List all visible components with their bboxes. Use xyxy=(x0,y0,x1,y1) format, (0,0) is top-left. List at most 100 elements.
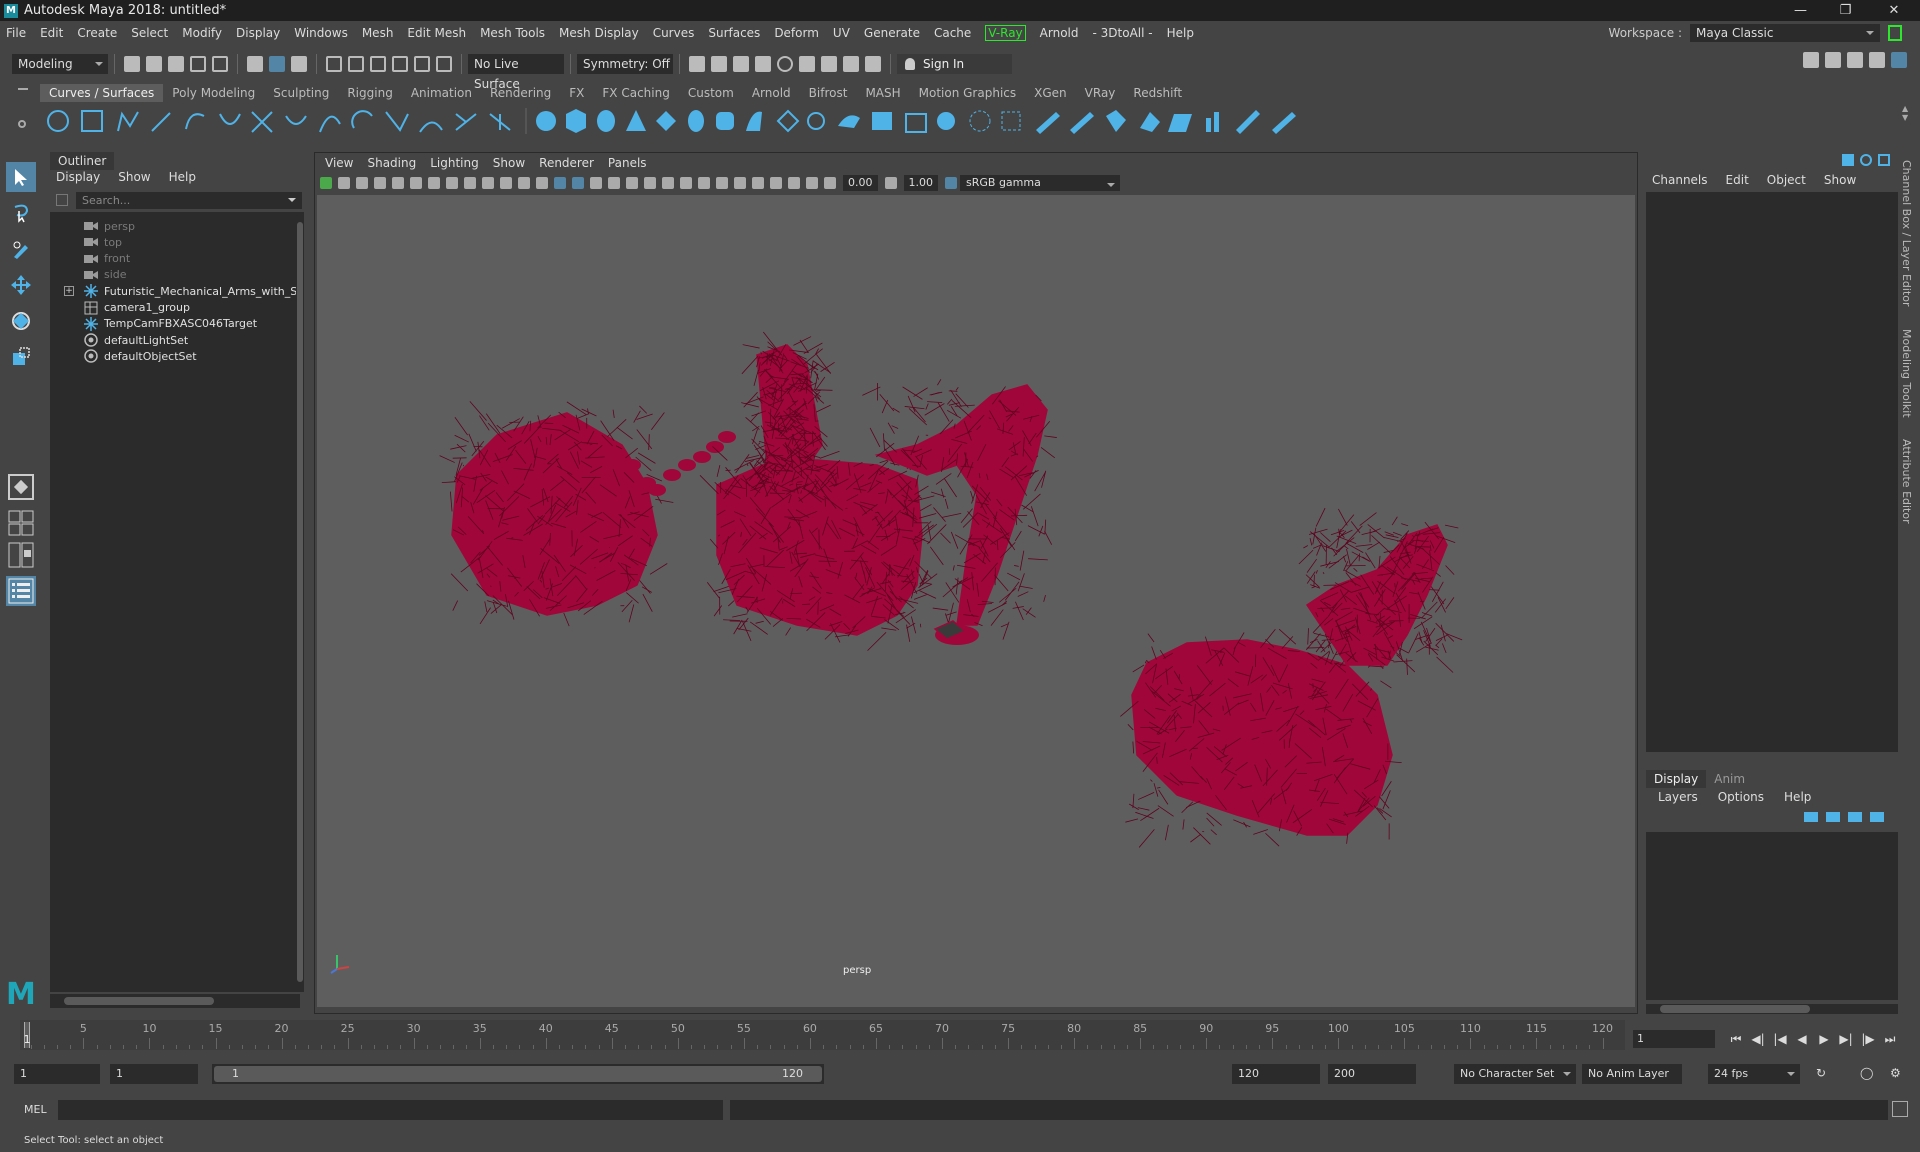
shelf-tab-xgen[interactable]: XGen xyxy=(1025,84,1076,102)
outliner-tab[interactable]: Outliner xyxy=(50,152,115,170)
render-current-icon[interactable] xyxy=(711,56,727,72)
menu-select[interactable]: Select xyxy=(131,26,168,40)
outliner-menu-display[interactable]: Display xyxy=(56,170,100,184)
shelf-tab-fx-caching[interactable]: FX Caching xyxy=(593,84,678,102)
outliner-search-input[interactable]: Search... xyxy=(76,192,302,209)
outliner-layout-icon[interactable] xyxy=(6,576,36,606)
vray-fb-icon[interactable] xyxy=(843,56,859,72)
smooth-shade-icon[interactable] xyxy=(572,177,584,189)
menu-cache[interactable]: Cache xyxy=(934,26,971,40)
shelf-tab-arnold[interactable]: Arnold xyxy=(743,84,800,102)
go-to-end-icon[interactable]: ⏭ xyxy=(1879,1029,1901,1049)
select-object-icon[interactable] xyxy=(269,56,285,72)
viewport-canvas[interactable]: persp xyxy=(317,195,1635,1007)
ipr-render-icon[interactable] xyxy=(733,56,749,72)
default-material-icon[interactable] xyxy=(590,177,602,189)
character-control-icon[interactable] xyxy=(1825,52,1841,68)
menu-uv[interactable]: UV xyxy=(833,26,850,40)
channelbox-menu-channels[interactable]: Channels xyxy=(1652,173,1708,187)
move-layer-down-icon[interactable] xyxy=(1826,812,1840,822)
shelf-scroll-icon[interactable]: ▲ ▼ xyxy=(1902,104,1910,134)
wire-object-left-cage[interactable] xyxy=(439,401,674,627)
snap-surface-icon[interactable] xyxy=(414,56,430,72)
shelf-tab-bifrost[interactable]: Bifrost xyxy=(800,84,857,102)
anim-prefs-icon[interactable]: ⚙ xyxy=(1890,1066,1901,1080)
multisample-aa-icon[interactable] xyxy=(716,177,728,189)
menu-3dtoall[interactable]: - 3DtoAll - xyxy=(1093,26,1153,40)
redo-icon[interactable] xyxy=(212,56,228,72)
shelf-tab-animation[interactable]: Animation xyxy=(402,84,481,102)
channelbox-menu-edit[interactable]: Edit xyxy=(1726,173,1749,187)
shelf-menu-icon[interactable] xyxy=(18,88,28,90)
shelf-tab-custom[interactable]: Custom xyxy=(679,84,743,102)
persp-outliner-layout-icon[interactable] xyxy=(6,540,36,570)
menu-create[interactable]: Create xyxy=(77,26,117,40)
hypershade-icon[interactable] xyxy=(777,56,793,72)
shelf-tab-rendering[interactable]: Rendering xyxy=(481,84,560,102)
symmetry-dropdown[interactable]: Symmetry: Off xyxy=(577,54,673,74)
select-component-icon[interactable] xyxy=(291,56,307,72)
shelf-tab-rigging[interactable]: Rigging xyxy=(338,84,401,102)
view-transform-dropdown[interactable]: sRGB gamma xyxy=(960,175,1120,191)
snap-point-icon[interactable] xyxy=(370,56,386,72)
safe-title-icon[interactable] xyxy=(536,177,548,189)
channelbox-area[interactable] xyxy=(1646,192,1898,752)
anim-layer-dropdown[interactable]: No Anim Layer xyxy=(1582,1064,1682,1084)
layer-menu-help[interactable]: Help xyxy=(1784,790,1811,804)
step-forward-frame-icon[interactable]: |▶ xyxy=(1857,1029,1879,1049)
step-back-key-icon[interactable]: |◀ xyxy=(1769,1029,1791,1049)
move-tool-icon[interactable] xyxy=(6,270,36,300)
command-input[interactable] xyxy=(58,1100,723,1120)
minimize-button[interactable]: — xyxy=(1778,0,1823,21)
vray-render-icon[interactable] xyxy=(799,56,815,72)
filter-icon[interactable] xyxy=(56,194,68,206)
step-forward-key-icon[interactable]: ▶| xyxy=(1835,1029,1857,1049)
scene-start-field[interactable]: 1 xyxy=(14,1064,100,1084)
script-language-label[interactable]: MEL xyxy=(24,1103,47,1116)
play-backwards-icon[interactable]: ◀ xyxy=(1791,1029,1813,1049)
attribute-editor-icon[interactable] xyxy=(1847,52,1863,68)
snap-curve-icon[interactable] xyxy=(348,56,364,72)
channel-box-icon[interactable] xyxy=(1891,52,1907,68)
scene-end-field[interactable]: 200 xyxy=(1328,1064,1416,1084)
isolate-select-icon[interactable] xyxy=(752,177,764,189)
menu-surfaces[interactable]: Surfaces xyxy=(708,26,760,40)
range-bar[interactable]: 1 120 xyxy=(212,1064,824,1084)
outliner-item[interactable]: defaultObjectSet xyxy=(50,346,296,366)
wireframe-scene[interactable] xyxy=(317,195,1635,1007)
lock-icon[interactable] xyxy=(1888,25,1902,41)
menu-edit[interactable]: Edit xyxy=(40,26,63,40)
layer-list[interactable] xyxy=(1646,832,1898,1000)
pause-icon[interactable] xyxy=(865,56,881,72)
outliner-vscrollbar[interactable] xyxy=(296,212,304,992)
side-tab-attribute-editor[interactable]: Attribute Editor xyxy=(1900,439,1913,524)
expand-icon[interactable]: + xyxy=(64,286,74,297)
snap-view-icon[interactable] xyxy=(392,56,408,72)
step-back-frame-icon[interactable]: ◀| xyxy=(1747,1029,1769,1049)
textured-icon[interactable] xyxy=(626,177,638,189)
search-dropdown-icon[interactable] xyxy=(288,198,296,206)
use-all-lights-icon[interactable] xyxy=(644,177,656,189)
menu-set-dropdown[interactable]: Modeling xyxy=(12,54,108,74)
viewport-menu-view[interactable]: View xyxy=(325,156,353,170)
menu-modify[interactable]: Modify xyxy=(182,26,222,40)
channel-lock-icon[interactable] xyxy=(1842,154,1854,166)
viewport-menu-renderer[interactable]: Renderer xyxy=(539,156,594,170)
play-forwards-icon[interactable]: ▶ xyxy=(1813,1029,1835,1049)
loop-icon[interactable]: ↻ xyxy=(1816,1066,1826,1080)
render-settings-icon[interactable] xyxy=(755,56,771,72)
vray-ipr-icon[interactable] xyxy=(821,56,837,72)
film-gate-icon[interactable] xyxy=(446,177,458,189)
layer-hscrollbar[interactable] xyxy=(1646,1004,1898,1014)
menu-arnold[interactable]: Arnold xyxy=(1040,26,1079,40)
image-plane-icon[interactable] xyxy=(374,177,386,189)
outliner-menu-help[interactable]: Help xyxy=(169,170,196,184)
select-hierarchy-icon[interactable] xyxy=(247,56,263,72)
shelf-tab-vray[interactable]: VRay xyxy=(1076,84,1125,102)
shelf-tab-motion-graphics[interactable]: Motion Graphics xyxy=(910,84,1026,102)
auto-key-icon[interactable]: ◯ xyxy=(1860,1066,1873,1080)
layer-menu-layers[interactable]: Layers xyxy=(1658,790,1698,804)
workspace-dropdown[interactable]: Maya Classic xyxy=(1690,24,1880,42)
motion-blur-icon[interactable] xyxy=(698,177,710,189)
script-editor-icon[interactable] xyxy=(1892,1101,1908,1117)
